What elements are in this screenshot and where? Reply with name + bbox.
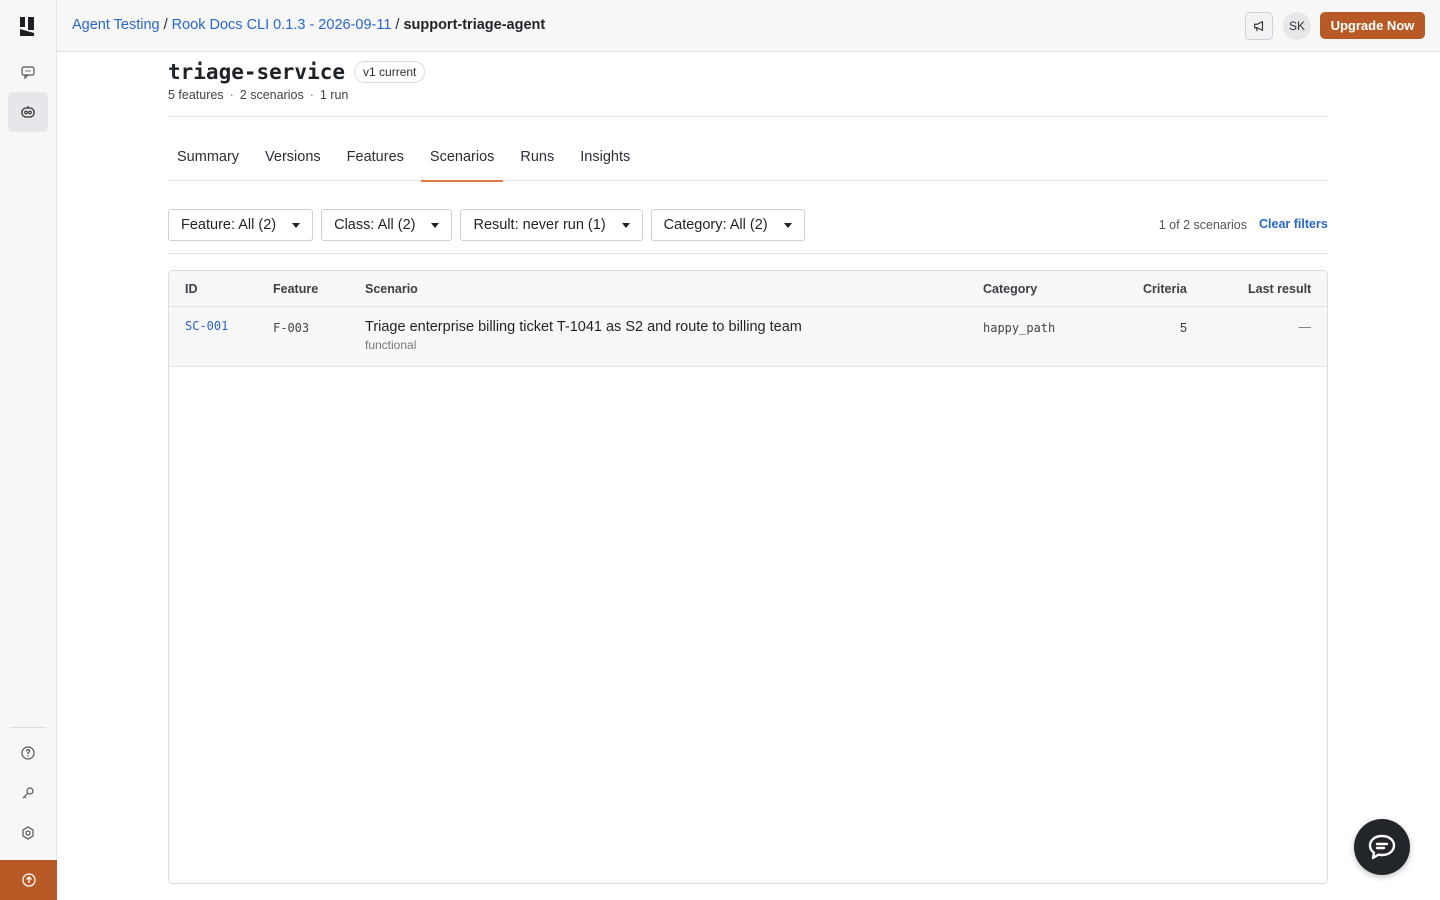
scenarios-table: ID Feature Scenario Category Criteria La… [168, 270, 1328, 884]
stat-separator: · [229, 88, 234, 102]
tab-bar: Summary Versions Features Scenarios Runs… [168, 134, 1328, 182]
caret-down-icon [621, 222, 630, 228]
column-header-criteria[interactable]: Criteria [1143, 282, 1187, 296]
scenario-last-result: — [1298, 320, 1312, 334]
caret-down-icon [783, 222, 792, 228]
logo-icon[interactable] [18, 14, 40, 38]
scenario-criteria-count: 5 [1180, 321, 1187, 335]
column-header-last-result[interactable]: Last result [1248, 282, 1311, 296]
breadcrumb-item-project[interactable]: Rook Docs CLI 0.1.3 - 2026-09-11 [172, 17, 392, 33]
stat-runs: 1 run [319, 88, 349, 102]
sidebar [0, 0, 57, 900]
breadcrumb-separator: / [163, 17, 168, 33]
breadcrumb-separator: / [395, 17, 400, 33]
scenario-category: happy_path [983, 321, 1056, 335]
feature-filter-dropdown[interactable]: Feature: All (2) [168, 209, 314, 241]
key-icon [22, 787, 34, 799]
chat-icon [21, 66, 35, 80]
table-row[interactable]: SC-001 F-003 Triage enterprise billing t… [169, 307, 1327, 367]
help-icon [21, 746, 35, 760]
tab-insights[interactable]: Insights [571, 134, 639, 181]
scenario-cell: Triage enterprise billing ticket T-1041 … [365, 319, 802, 352]
stat-separator: · [309, 88, 314, 102]
sidebar-divider [10, 727, 46, 728]
chat-bubble-icon [1368, 834, 1396, 860]
top-bar: Agent Testing / Rook Docs CLI 0.1.3 - 2026… [57, 0, 1440, 52]
tab-runs[interactable]: Runs [511, 134, 563, 181]
megaphone-icon [1254, 21, 1264, 32]
breadcrumb-current: support-triage-agent [403, 17, 546, 33]
upgrade-now-button[interactable]: Upgrade Now [1320, 12, 1425, 39]
page-header: triage-service v1 current [168, 60, 426, 84]
settings-icon [22, 826, 34, 840]
scenario-title: Triage enterprise billing ticket T-1041 … [365, 319, 802, 335]
class-filter-dropdown[interactable]: Class: All (2) [321, 209, 453, 241]
result-count: 1 of 2 scenarios [1158, 218, 1247, 232]
column-header-scenario[interactable]: Scenario [365, 282, 418, 296]
class-filter-label: Class: All (2) [334, 217, 416, 233]
sidebar-item-help[interactable] [8, 733, 48, 773]
caret-down-icon [431, 222, 440, 228]
table-header: ID Feature Scenario Category Criteria La… [169, 271, 1327, 307]
announcements-button[interactable] [1245, 12, 1273, 40]
tab-features[interactable]: Features [338, 134, 413, 181]
version-badge[interactable]: v1 current [354, 61, 426, 83]
sidebar-item-agent-testing[interactable] [8, 92, 48, 132]
scenario-feature-id: F-003 [273, 321, 310, 335]
sidebar-upgrade-button[interactable] [0, 860, 57, 900]
column-header-feature[interactable]: Feature [273, 282, 318, 296]
divider [168, 116, 1328, 117]
category-filter-dropdown[interactable]: Category: All (2) [650, 209, 805, 241]
avatar[interactable]: SK [1283, 12, 1311, 40]
page-title: triage-service [168, 60, 346, 84]
sidebar-item-settings[interactable] [8, 813, 48, 853]
breadcrumb: Agent Testing / Rook Docs CLI 0.1.3 - 2026… [72, 17, 545, 33]
tab-summary[interactable]: Summary [168, 134, 248, 181]
scenario-class: functional [365, 338, 417, 352]
column-header-category[interactable]: Category [983, 282, 1037, 296]
scenario-id-link[interactable]: SC-001 [185, 319, 228, 333]
sidebar-item-keys[interactable] [8, 773, 48, 813]
breadcrumb-item-agent-testing[interactable]: Agent Testing [72, 17, 160, 33]
tab-scenarios[interactable]: Scenarios [420, 134, 504, 182]
stat-scenarios: 2 scenarios [239, 88, 304, 102]
page-stats: 5 features · 2 scenarios · 1 run [168, 88, 348, 102]
divider [168, 253, 1328, 254]
result-filter-label: Result: never run (1) [473, 217, 606, 233]
tab-versions[interactable]: Versions [256, 134, 330, 181]
stat-features: 5 features [168, 88, 224, 102]
chat-support-button[interactable] [1354, 819, 1410, 875]
agent-icon [21, 106, 35, 118]
feature-filter-label: Feature: All (2) [181, 217, 277, 233]
result-filter-dropdown[interactable]: Result: never run (1) [460, 209, 643, 241]
sidebar-item-chat[interactable] [8, 52, 48, 92]
column-header-id[interactable]: ID [185, 282, 198, 296]
caret-down-icon [292, 222, 301, 228]
clear-filters-link[interactable]: Clear filters [1259, 217, 1328, 231]
upgrade-icon [21, 873, 36, 887]
filter-bar: Feature: All (2) Class: All (2) Result: … [168, 209, 805, 241]
category-filter-label: Category: All (2) [663, 217, 768, 233]
